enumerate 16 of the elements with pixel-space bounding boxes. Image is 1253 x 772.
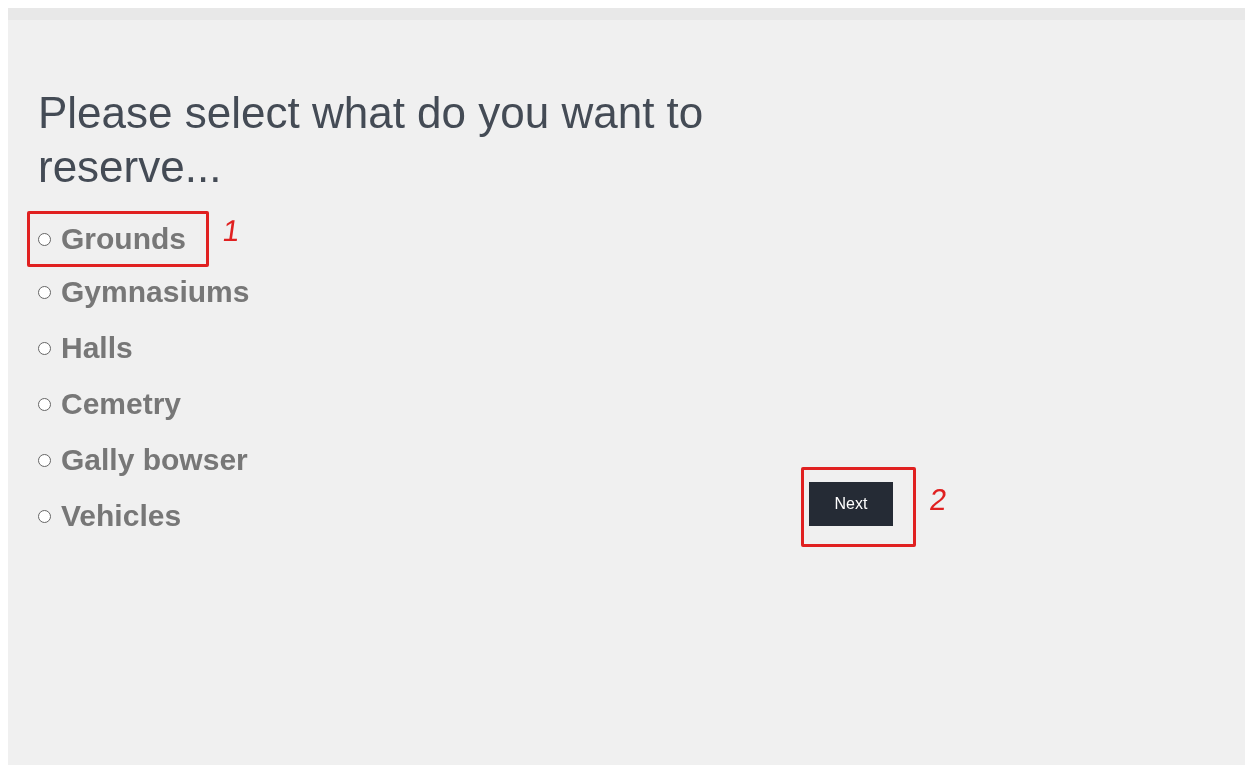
radio-option[interactable]: Halls <box>38 323 133 373</box>
radio-button[interactable] <box>38 509 51 523</box>
next-button[interactable]: Next <box>809 482 893 526</box>
radio-option[interactable]: Cemetry <box>38 379 182 429</box>
radio-button[interactable] <box>38 232 51 246</box>
radio-option[interactable]: Grounds <box>38 214 186 264</box>
radio-option[interactable]: Gymnasiums <box>38 267 250 317</box>
annotation-number: 1 <box>220 214 243 248</box>
annotation-number: 2 <box>927 483 950 517</box>
radio-option[interactable]: Vehicles <box>38 491 182 541</box>
radio-button[interactable] <box>38 341 51 355</box>
page-heading: Please select what do you want to reserve... <box>38 87 705 193</box>
radio-option[interactable]: Gally bowser <box>38 435 248 485</box>
radio-button[interactable] <box>38 397 51 411</box>
radio-button[interactable] <box>38 285 51 299</box>
radio-button[interactable] <box>38 453 51 467</box>
